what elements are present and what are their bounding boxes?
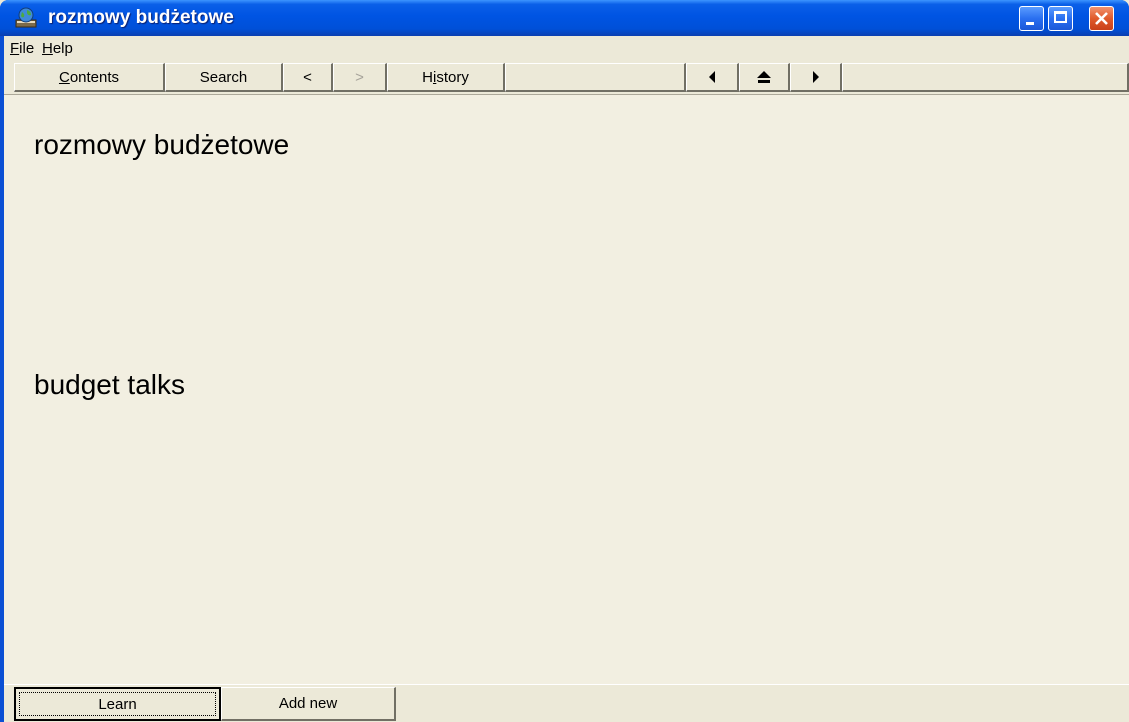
contents-button[interactable]: Contents [14, 63, 165, 92]
menu-help-label: elp [52, 40, 73, 57]
forward-button[interactable]: > [333, 63, 387, 92]
next-button[interactable] [790, 63, 842, 92]
back-button[interactable]: < [283, 63, 333, 92]
triangle-right-icon [812, 71, 819, 83]
flashcard-content: rozmowy budżetowe budget talks [4, 94, 1129, 684]
close-button[interactable] [1089, 6, 1114, 31]
minimize-icon [1026, 22, 1034, 25]
toolbar: Contents Search < > Hi story [4, 62, 1129, 94]
previous-button[interactable] [686, 63, 739, 92]
maximize-button[interactable] [1048, 6, 1073, 31]
contents-mnemonic: C [58, 68, 70, 86]
toolbar-spacer [505, 63, 686, 92]
app-window: rozmowy budżetowe File Help Contents Sea… [0, 0, 1129, 722]
toolbar-spacer-right [842, 63, 1129, 92]
eject-up-icon [757, 71, 771, 83]
globe-book-icon[interactable] [14, 6, 38, 30]
translation-text: budget talks [34, 369, 185, 400]
menu-help[interactable]: Help [42, 40, 73, 57]
menu-help-mnemonic: H [42, 40, 53, 57]
learn-button[interactable]: Learn [14, 687, 221, 721]
maximize-icon [1054, 11, 1067, 23]
triangle-left-icon [709, 71, 715, 83]
add-new-button[interactable]: Add new [221, 687, 396, 721]
top-button[interactable] [739, 63, 790, 92]
title-bar[interactable]: rozmowy budżetowe [0, 0, 1129, 36]
term-text: rozmowy budżetowe [34, 129, 290, 160]
minimize-button[interactable] [1019, 6, 1044, 31]
contents-label: ontents [69, 68, 120, 86]
bottom-button-bar: Learn Add new [4, 684, 1129, 722]
client-area: File Help Contents Search < > Hi story ro… [4, 36, 1129, 722]
menu-file[interactable]: File [10, 40, 34, 57]
menu-bar: File Help [4, 36, 1129, 62]
history-label-start: H [422, 68, 433, 86]
search-button[interactable]: Search [165, 63, 283, 92]
history-button[interactable]: Hi story [387, 63, 505, 92]
window-title: rozmowy budżetowe [48, 7, 234, 28]
close-icon [1095, 12, 1108, 25]
focus-rectangle [19, 692, 216, 716]
menu-file-mnemonic: F [10, 40, 20, 57]
history-label-end: story [436, 68, 469, 86]
menu-file-label: ile [19, 40, 35, 57]
